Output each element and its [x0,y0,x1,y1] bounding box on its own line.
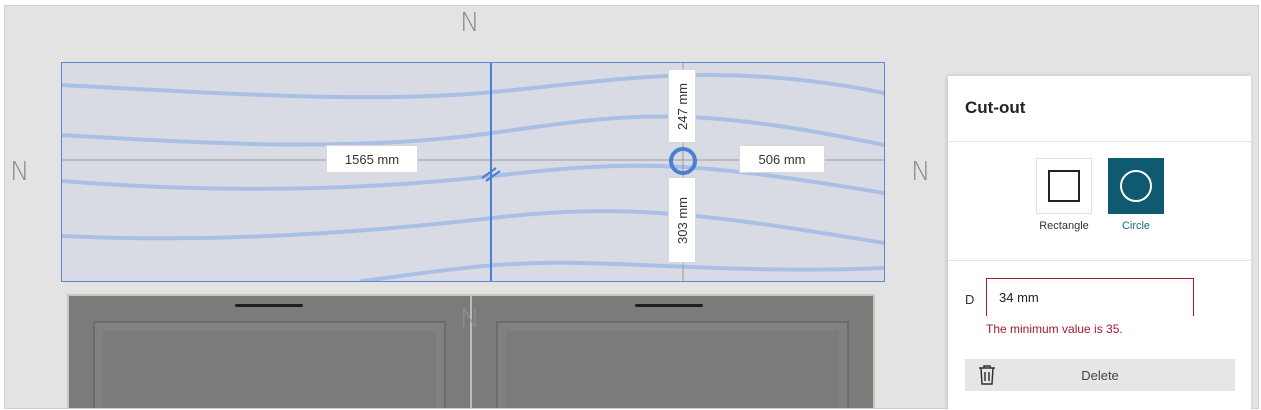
cabinet-door-left [69,296,470,408]
door-handle [235,304,303,307]
cabinet-door-right [472,296,873,408]
worktop[interactable] [61,62,885,282]
shape-rectangle-label: Rectangle [1039,220,1089,232]
divider [948,260,1251,261]
north-marker-top: N [460,8,480,38]
dimension-top-depth-text: 247 mm [674,82,690,130]
trash-icon [979,365,995,385]
north-marker-left: N [10,157,30,187]
north-marker-bottom: N [460,304,480,334]
diameter-error-message: The minimum value is 35. [986,322,1123,336]
door-handle [635,304,703,307]
shape-circle-label: Circle [1121,220,1151,232]
north-marker-right: N [911,157,931,187]
shape-circle-button[interactable] [1108,158,1164,214]
shape-rectangle-button[interactable] [1036,158,1092,214]
dimension-right-width[interactable]: 506 mm [740,146,824,172]
cutout-panel: Cut-out Rectangle Circle D The minimum v… [948,76,1251,410]
delete-button[interactable]: Delete [965,359,1235,391]
delete-button-label: Delete [1081,367,1119,383]
diameter-input[interactable] [986,278,1194,316]
dimension-left-width-text: 1565 mm [344,151,400,167]
circle-outline-icon [1120,170,1152,202]
dimension-bottom-depth-text: 303 mm [674,196,690,244]
divider [948,141,1251,142]
dimension-right-width-text: 506 mm [758,151,806,167]
dimension-top-depth[interactable]: 247 mm [669,70,695,142]
diameter-label: D [965,292,975,307]
dimension-left-width[interactable]: 1565 mm [327,146,417,172]
panel-title: Cut-out [965,98,1026,117]
dimension-bottom-depth[interactable]: 303 mm [669,178,695,262]
worktop-grain [62,63,884,281]
square-outline-icon [1048,170,1080,202]
circle-cutout-marker[interactable] [668,146,698,176]
